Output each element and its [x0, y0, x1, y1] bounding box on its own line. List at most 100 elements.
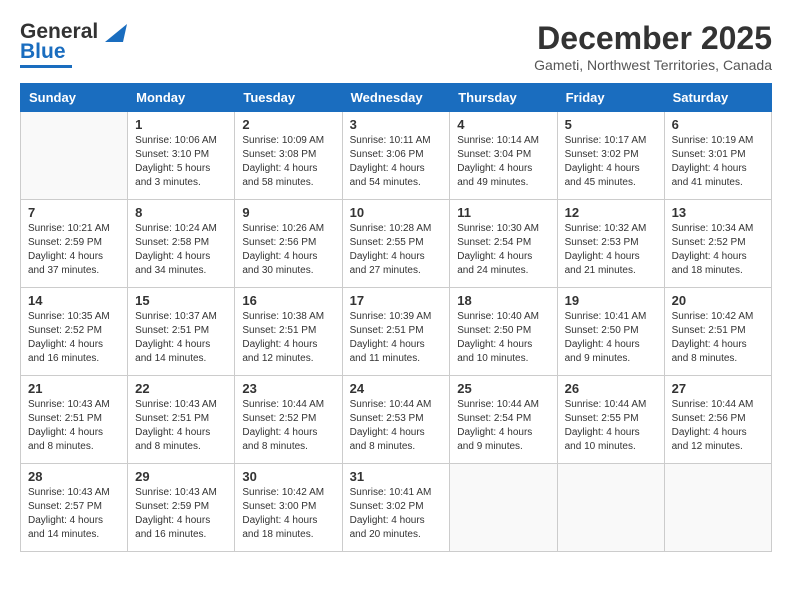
calendar-cell: 19 Sunrise: 10:41 AM Sunset: 2:50 PM Dayl…	[557, 288, 664, 376]
calendar-week-3: 14 Sunrise: 10:35 AM Sunset: 2:52 PM Dayl…	[21, 288, 772, 376]
calendar-cell: 27Sunrise: 10:44 AM Sunset: 2:56 PM Dayl…	[664, 376, 771, 464]
cell-daylight-info: Sunrise: 10:42 AM Sunset: 2:51 PM Daylig…	[672, 310, 764, 366]
day-number: 20	[672, 293, 764, 308]
weekday-header-saturday: Saturday	[664, 84, 771, 112]
cell-daylight-info: Sunrise: 10:44 AM Sunset: 2:53 PM Daylig…	[350, 398, 443, 454]
calendar-cell: 8 Sunrise: 10:24 AM Sunset: 2:58 PM Dayli…	[128, 200, 235, 288]
day-number: 31	[350, 469, 443, 484]
day-number: 8	[135, 205, 227, 220]
calendar-cell: 7 Sunrise: 10:21 AM Sunset: 2:59 PM Dayli…	[21, 200, 128, 288]
calendar-cell: 10Sunrise: 10:28 AM Sunset: 2:55 PM Dayl…	[342, 200, 450, 288]
calendar-cell: 17Sunrise: 10:39 AM Sunset: 2:51 PM Dayl…	[342, 288, 450, 376]
calendar-cell	[664, 464, 771, 552]
day-number: 16	[242, 293, 334, 308]
logo-icon: General	[20, 20, 127, 44]
cell-daylight-info: Sunrise: 10:41 AM Sunset: 2:50 PM Daylig…	[565, 310, 657, 366]
day-number: 14	[28, 293, 120, 308]
day-number: 3	[350, 117, 443, 132]
calendar-cell: 9Sunrise: 10:26 AM Sunset: 2:56 PM Dayli…	[235, 200, 342, 288]
title-section: December 2025 Gameti, Northwest Territor…	[534, 20, 772, 73]
calendar-cell: 3 Sunrise: 10:11 AM Sunset: 3:06 PM Dayli…	[342, 112, 450, 200]
cell-daylight-info: Sunrise: 10:44 AM Sunset: 2:56 PM Daylig…	[672, 398, 764, 454]
cell-daylight-info: Sunrise: 10:30 AM Sunset: 2:54 PM Daylig…	[457, 222, 549, 278]
day-number: 11	[457, 205, 549, 220]
day-number: 19	[565, 293, 657, 308]
calendar-cell: 13 Sunrise: 10:34 AM Sunset: 2:52 PM Dayl…	[664, 200, 771, 288]
calendar-cell: 11 Sunrise: 10:30 AM Sunset: 2:54 PM Dayl…	[450, 200, 557, 288]
cell-daylight-info: Sunrise: 10:19 AM Sunset: 3:01 PM Daylig…	[672, 134, 764, 190]
calendar-cell: 14 Sunrise: 10:35 AM Sunset: 2:52 PM Dayl…	[21, 288, 128, 376]
calendar-cell: 31 Sunrise: 10:41 AM Sunset: 3:02 PM Dayl…	[342, 464, 450, 552]
day-number: 23	[242, 381, 334, 396]
day-number: 15	[135, 293, 227, 308]
calendar-cell: 20 Sunrise: 10:42 AM Sunset: 2:51 PM Dayl…	[664, 288, 771, 376]
calendar-cell: 23 Sunrise: 10:44 AM Sunset: 2:52 PM Dayl…	[235, 376, 342, 464]
weekday-header-wednesday: Wednesday	[342, 84, 450, 112]
day-number: 12	[565, 205, 657, 220]
page-header: General Blue December 2025 Gameti, North…	[20, 20, 772, 73]
cell-daylight-info: Sunrise: 10:32 AM Sunset: 2:53 PM Daylig…	[565, 222, 657, 278]
calendar-cell: 1 Sunrise: 10:06 AM Sunset: 3:10 PM Dayli…	[128, 112, 235, 200]
cell-daylight-info: Sunrise: 10:17 AM Sunset: 3:02 PM Daylig…	[565, 134, 657, 190]
day-number: 28	[28, 469, 120, 484]
cell-daylight-info: Sunrise: 10:11 AM Sunset: 3:06 PM Daylig…	[350, 134, 443, 190]
cell-daylight-info: Sunrise: 10:44 AM Sunset: 2:55 PM Daylig…	[565, 398, 657, 454]
cell-daylight-info: Sunrise: 10:24 AM Sunset: 2:58 PM Daylig…	[135, 222, 227, 278]
day-number: 2	[242, 117, 334, 132]
calendar-header-row: SundayMondayTuesdayWednesdayThursdayFrid…	[21, 84, 772, 112]
logo-bird-icon	[105, 24, 127, 44]
cell-daylight-info: Sunrise: 10:37 AM Sunset: 2:51 PM Daylig…	[135, 310, 227, 366]
weekday-header-sunday: Sunday	[21, 84, 128, 112]
day-number: 30	[242, 469, 334, 484]
calendar-cell: 2 Sunrise: 10:09 AM Sunset: 3:08 PM Dayli…	[235, 112, 342, 200]
calendar-week-1: 1 Sunrise: 10:06 AM Sunset: 3:10 PM Dayli…	[21, 112, 772, 200]
weekday-header-monday: Monday	[128, 84, 235, 112]
calendar-cell	[21, 112, 128, 200]
calendar-cell: 30 Sunrise: 10:42 AM Sunset: 3:00 PM Dayl…	[235, 464, 342, 552]
weekday-header-friday: Friday	[557, 84, 664, 112]
day-number: 6	[672, 117, 764, 132]
day-number: 25	[457, 381, 549, 396]
cell-daylight-info: Sunrise: 10:41 AM Sunset: 3:02 PM Daylig…	[350, 486, 443, 542]
day-number: 5	[565, 117, 657, 132]
calendar-cell: 6 Sunrise: 10:19 AM Sunset: 3:01 PM Dayli…	[664, 112, 771, 200]
calendar-cell: 25 Sunrise: 10:44 AM Sunset: 2:54 PM Dayl…	[450, 376, 557, 464]
calendar-cell: 15 Sunrise: 10:37 AM Sunset: 2:51 PM Dayl…	[128, 288, 235, 376]
day-number: 1	[135, 117, 227, 132]
calendar-cell	[557, 464, 664, 552]
cell-daylight-info: Sunrise: 10:14 AM Sunset: 3:04 PM Daylig…	[457, 134, 549, 190]
weekday-header-tuesday: Tuesday	[235, 84, 342, 112]
cell-daylight-info: Sunrise: 10:42 AM Sunset: 3:00 PM Daylig…	[242, 486, 334, 542]
cell-daylight-info: Sunrise: 10:44 AM Sunset: 2:52 PM Daylig…	[242, 398, 334, 454]
cell-daylight-info: Sunrise: 10:06 AM Sunset: 3:10 PM Daylig…	[135, 134, 227, 190]
calendar-week-4: 21 Sunrise: 10:43 AM Sunset: 2:51 PM Dayl…	[21, 376, 772, 464]
day-number: 13	[672, 205, 764, 220]
calendar-cell: 18Sunrise: 10:40 AM Sunset: 2:50 PM Dayl…	[450, 288, 557, 376]
calendar-cell: 26Sunrise: 10:44 AM Sunset: 2:55 PM Dayl…	[557, 376, 664, 464]
calendar-table: SundayMondayTuesdayWednesdayThursdayFrid…	[20, 83, 772, 552]
logo-general: General	[20, 20, 98, 43]
cell-daylight-info: Sunrise: 10:43 AM Sunset: 2:51 PM Daylig…	[28, 398, 120, 454]
cell-daylight-info: Sunrise: 10:35 AM Sunset: 2:52 PM Daylig…	[28, 310, 120, 366]
calendar-cell: 5 Sunrise: 10:17 AM Sunset: 3:02 PM Dayli…	[557, 112, 664, 200]
calendar-cell: 29 Sunrise: 10:43 AM Sunset: 2:59 PM Dayl…	[128, 464, 235, 552]
cell-daylight-info: Sunrise: 10:34 AM Sunset: 2:52 PM Daylig…	[672, 222, 764, 278]
cell-daylight-info: Sunrise: 10:43 AM Sunset: 2:51 PM Daylig…	[135, 398, 227, 454]
day-number: 29	[135, 469, 227, 484]
cell-daylight-info: Sunrise: 10:43 AM Sunset: 2:57 PM Daylig…	[28, 486, 120, 542]
day-number: 4	[457, 117, 549, 132]
calendar-cell: 28 Sunrise: 10:43 AM Sunset: 2:57 PM Dayl…	[21, 464, 128, 552]
cell-daylight-info: Sunrise: 10:21 AM Sunset: 2:59 PM Daylig…	[28, 222, 120, 278]
cell-daylight-info: Sunrise: 10:28 AM Sunset: 2:55 PM Daylig…	[350, 222, 443, 278]
logo-underline	[20, 65, 72, 68]
calendar-cell: 16 Sunrise: 10:38 AM Sunset: 2:51 PM Dayl…	[235, 288, 342, 376]
day-number: 21	[28, 381, 120, 396]
weekday-header-thursday: Thursday	[450, 84, 557, 112]
cell-daylight-info: Sunrise: 10:09 AM Sunset: 3:08 PM Daylig…	[242, 134, 334, 190]
calendar-cell: 12 Sunrise: 10:32 AM Sunset: 2:53 PM Dayl…	[557, 200, 664, 288]
cell-daylight-info: Sunrise: 10:44 AM Sunset: 2:54 PM Daylig…	[457, 398, 549, 454]
cell-daylight-info: Sunrise: 10:43 AM Sunset: 2:59 PM Daylig…	[135, 486, 227, 542]
cell-daylight-info: Sunrise: 10:38 AM Sunset: 2:51 PM Daylig…	[242, 310, 334, 366]
day-number: 7	[28, 205, 120, 220]
calendar-cell: 21 Sunrise: 10:43 AM Sunset: 2:51 PM Dayl…	[21, 376, 128, 464]
